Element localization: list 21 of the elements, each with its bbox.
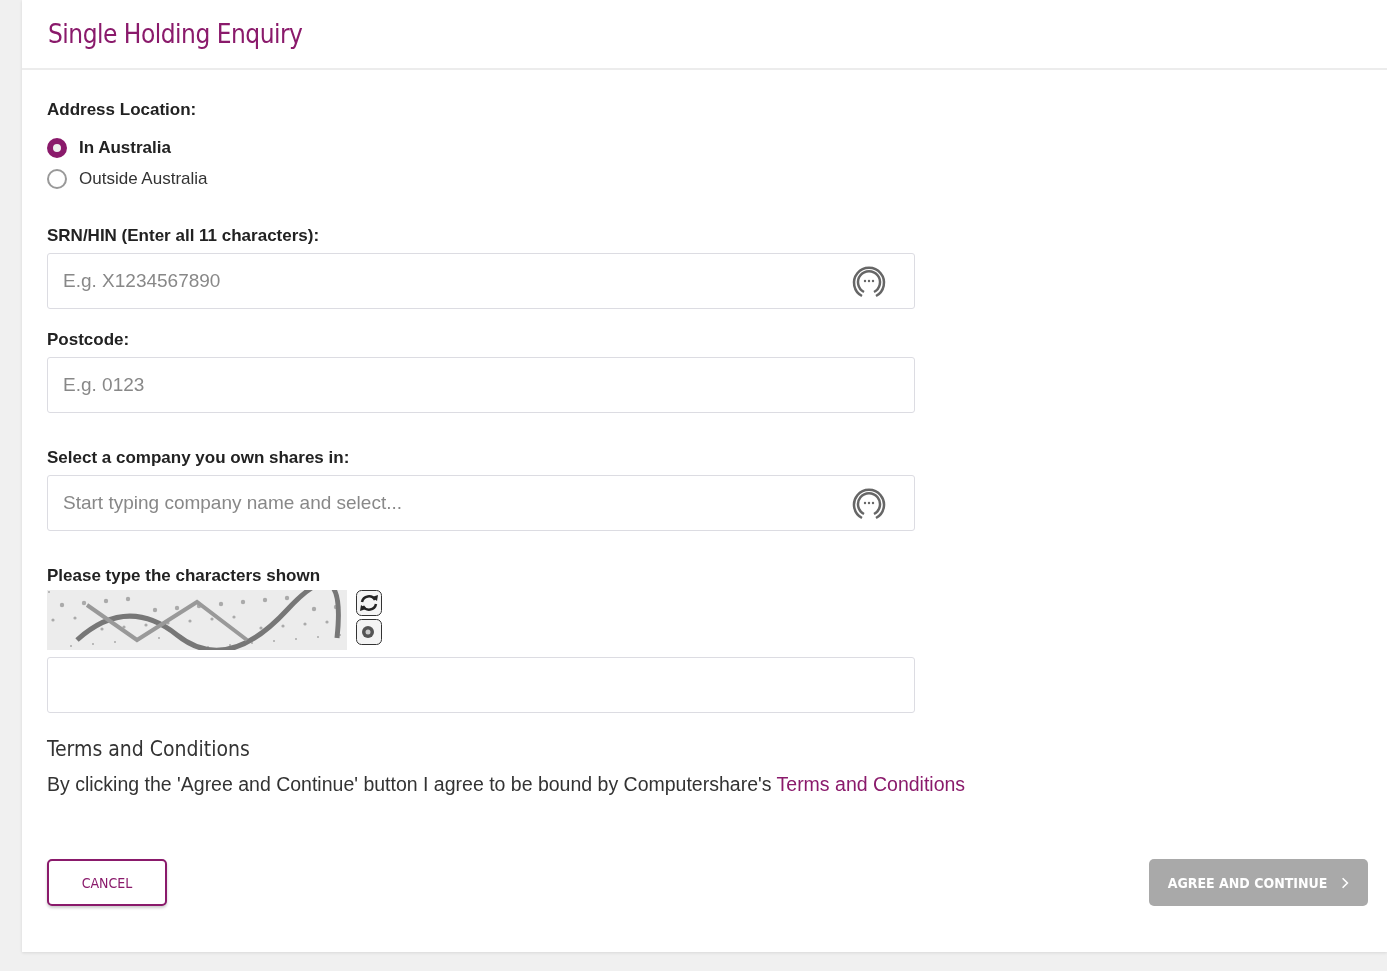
radio-button[interactable]: [47, 138, 67, 158]
field-label: Select a company you own shares in:: [47, 447, 351, 469]
speaker-icon[interactable]: [356, 619, 382, 645]
section-heading: Terms and Conditions: [47, 737, 251, 761]
cancel-button[interactable]: CANCEL: [47, 859, 167, 906]
input-field[interactable]: E.g. 0123: [47, 357, 915, 413]
terms-link[interactable]: Terms and Conditions: [776, 773, 966, 795]
field-label: SRN/HIN (Enter all 11 characters):: [47, 225, 321, 247]
radio-label: Outside Australia: [79, 169, 208, 189]
page-title: Single Holding Enquiry: [48, 19, 303, 49]
chevron-icon: [1341, 876, 1350, 889]
field-label: Postcode:: [47, 329, 131, 351]
input-field[interactable]: Start typing company name and select...: [47, 475, 915, 531]
field-label: Address Location:: [47, 99, 198, 121]
refresh-icon[interactable]: [356, 590, 382, 616]
field-label: Please type the characters shown: [47, 565, 322, 587]
radio-label: In Australia: [79, 138, 171, 158]
input-field[interactable]: E.g. X1234567890: [47, 253, 915, 309]
terms-text: By clicking the 'Agree and Continue' button I agree to be bound by Computershare's Terms and Conditions: [47, 773, 967, 796]
input-field[interactable]: [47, 657, 915, 713]
radio-button[interactable]: [47, 169, 67, 189]
